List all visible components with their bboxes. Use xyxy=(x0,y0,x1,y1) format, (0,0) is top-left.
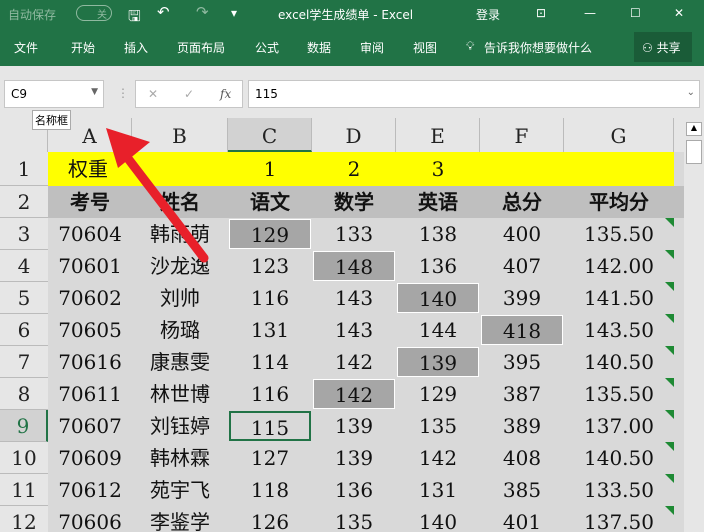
red-arrow-annotation xyxy=(106,128,209,263)
